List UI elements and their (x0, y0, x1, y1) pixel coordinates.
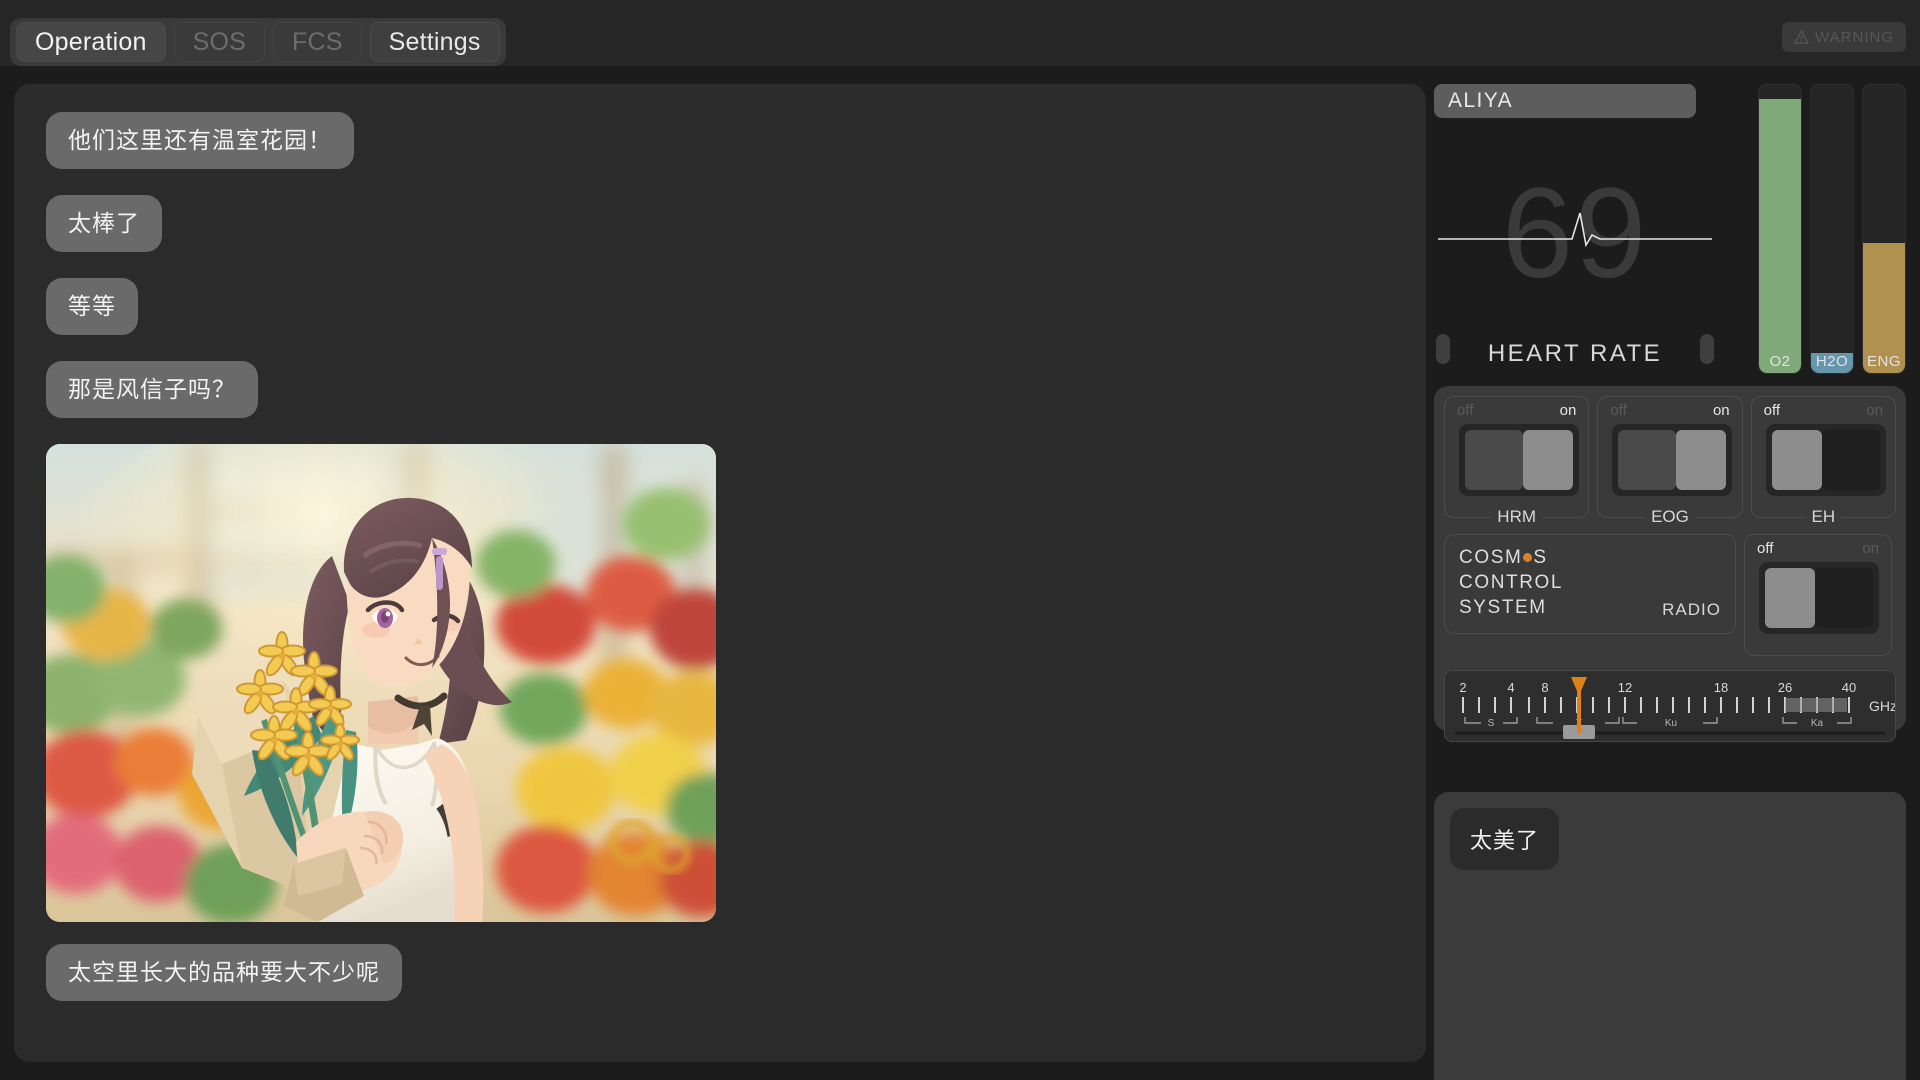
switch-radio-labels: off on (1757, 540, 1879, 557)
ccs-line-1-tail: S (1533, 547, 1548, 568)
svg-text:GHz: GHz (1869, 698, 1895, 714)
tab-group: Operation SOS FCS Settings (10, 18, 506, 66)
svg-text:26: 26 (1778, 680, 1792, 695)
chat-message-row: 太棒了 (46, 195, 1394, 278)
switch-eog-labels: off on (1610, 402, 1729, 419)
switch-eh-off-label: off (1763, 402, 1781, 419)
switch-hrm-track (1465, 430, 1523, 490)
ccs-line-2: CONTROL (1459, 572, 1564, 593)
right-sidebar: 69 HEART RATE ALIYA O2 H2O ENG off on HR… (1434, 84, 1906, 1080)
switch-radio-off-label: off (1757, 540, 1774, 557)
switch-hrm-knob[interactable] (1523, 430, 1573, 490)
chat-message-row: 太空里长大的品种要大不少呢 (46, 944, 1394, 1027)
switch-radio-on-label: on (1862, 540, 1879, 557)
chat-panel: 他们这里还有温室花园！ 太棒了 等等 那是风信子吗？ 太空里长大的品种要大不少呢 (14, 84, 1426, 1062)
tab-settings[interactable]: Settings (369, 22, 500, 62)
switch-hrm-on-label: on (1559, 402, 1577, 419)
heart-rate-label: HEART RATE (1487, 340, 1663, 367)
svg-text:8: 8 (1541, 680, 1548, 695)
frequency-scale: 2 4 8 12 18 26 40 GHz S Ku Ka (1455, 677, 1895, 739)
switch-hrm-off-label: off (1457, 402, 1474, 419)
status-dot-icon (1523, 553, 1533, 562)
switch-eog-track (1618, 430, 1677, 490)
log-message: 太美了 (1450, 808, 1560, 870)
switch-eh-track (1821, 430, 1880, 490)
svg-text:18: 18 (1714, 680, 1728, 695)
chat-bubble: 太空里长大的品种要大不少呢 (46, 944, 402, 1001)
chat-scroll-area[interactable]: 他们这里还有温室花园！ 太棒了 等等 那是风信子吗？ 太空里长大的品种要大不少呢 (14, 84, 1426, 1062)
crew-nameplate: ALIYA (1434, 84, 1696, 118)
chat-message-row: 他们这里还有温室花园！ (46, 112, 1394, 195)
switch-hrm-body[interactable] (1459, 424, 1579, 496)
switch-eog-off-label: off (1610, 402, 1627, 419)
gauge-o2-label: O2 (1769, 353, 1791, 370)
switch-radio-body[interactable] (1759, 562, 1879, 634)
ecg-waveform-icon (1438, 212, 1712, 248)
switch-eog-knob[interactable] (1676, 430, 1727, 490)
cosmos-control-system-block: COSM S CONTROL SYSTEM RADIO (1444, 534, 1736, 634)
switch-eog-body[interactable] (1612, 424, 1733, 496)
svg-text:Ka: Ka (1811, 718, 1824, 729)
tab-fcs[interactable]: FCS (273, 22, 362, 62)
chat-image-attachment[interactable] (46, 444, 716, 922)
crew-name: ALIYA (1448, 89, 1513, 112)
gauge-o2[interactable]: O2 (1758, 84, 1802, 374)
svg-text:2: 2 (1459, 680, 1466, 695)
ccs-line-1-text: COSM (1459, 547, 1523, 568)
system-row: COSM S CONTROL SYSTEM RADIO off on (1444, 534, 1896, 656)
control-console-panel: off on HRM off on EOG off on EH COSM S C… (1434, 386, 1906, 742)
switch-hrm-name: HRM (1491, 507, 1543, 527)
chat-bubble: 那是风信子吗？ (46, 361, 258, 418)
switch-eog[interactable]: off on EOG (1597, 396, 1743, 527)
tab-operation[interactable]: Operation (16, 22, 166, 62)
switch-hrm-labels: off on (1457, 402, 1576, 419)
status-badge-warning[interactable]: WARNING (1782, 22, 1906, 52)
frequency-slider[interactable]: 2 4 8 12 18 26 40 GHz S Ku Ka (1444, 670, 1896, 742)
top-bar: Operation SOS FCS Settings WARNING (0, 0, 1920, 66)
svg-text:Ku: Ku (1665, 718, 1677, 729)
gauge-o2-fill (1759, 99, 1801, 373)
switch-eh-on-label: on (1866, 402, 1883, 419)
switch-radio-knob[interactable] (1765, 568, 1815, 628)
chat-bubble: 等等 (46, 278, 138, 335)
gauge-eng[interactable]: ENG (1862, 84, 1906, 374)
svg-text:40: 40 (1842, 680, 1856, 695)
switch-radio[interactable]: off on (1744, 534, 1892, 656)
chat-bubble: 太棒了 (46, 195, 162, 252)
greenhouse-portrait-illustration (46, 444, 716, 922)
chat-bubble: 他们这里还有温室花园！ (46, 112, 354, 169)
log-panel[interactable]: 太美了 (1434, 792, 1906, 1080)
switch-eh[interactable]: off on EH (1750, 396, 1896, 527)
svg-text:4: 4 (1507, 680, 1514, 695)
app-root: Operation SOS FCS Settings WARNING 他们这里还… (0, 0, 1920, 1080)
switch-eh-labels: off on (1764, 402, 1883, 419)
resource-gauges: O2 H2O ENG (1758, 84, 1906, 374)
switch-radio-track (1815, 568, 1873, 628)
switch-eog-on-label: on (1712, 402, 1730, 419)
switch-hrm[interactable]: off on HRM (1444, 396, 1590, 527)
warning-label: WARNING (1815, 28, 1894, 46)
warning-triangle-icon (1794, 30, 1809, 44)
svg-text:S: S (1488, 718, 1495, 729)
vitals-section: 69 HEART RATE ALIYA O2 H2O ENG (1434, 84, 1906, 374)
switch-eog-name: EOG (1645, 507, 1695, 527)
switch-eh-name: EH (1805, 507, 1842, 527)
svg-text:12: 12 (1618, 680, 1632, 695)
gauge-h2o-label: H2O (1815, 353, 1849, 370)
ccs-line-1: COSM S (1459, 545, 1721, 570)
chat-message-row: 那是风信子吗？ (46, 361, 1394, 444)
tab-sos[interactable]: SOS (173, 22, 265, 62)
gauge-eng-label: ENG (1866, 353, 1901, 370)
switch-eh-body[interactable] (1765, 424, 1886, 496)
switch-eh-knob[interactable] (1771, 430, 1822, 490)
switch-row: off on HRM off on EOG off on EH (1444, 396, 1896, 527)
chat-message-row: 等等 (46, 278, 1394, 361)
radio-label: RADIO (1662, 600, 1721, 619)
gauge-h2o[interactable]: H2O (1810, 84, 1854, 374)
heart-rate-monitor: 69 HEART RATE (1434, 84, 1716, 374)
